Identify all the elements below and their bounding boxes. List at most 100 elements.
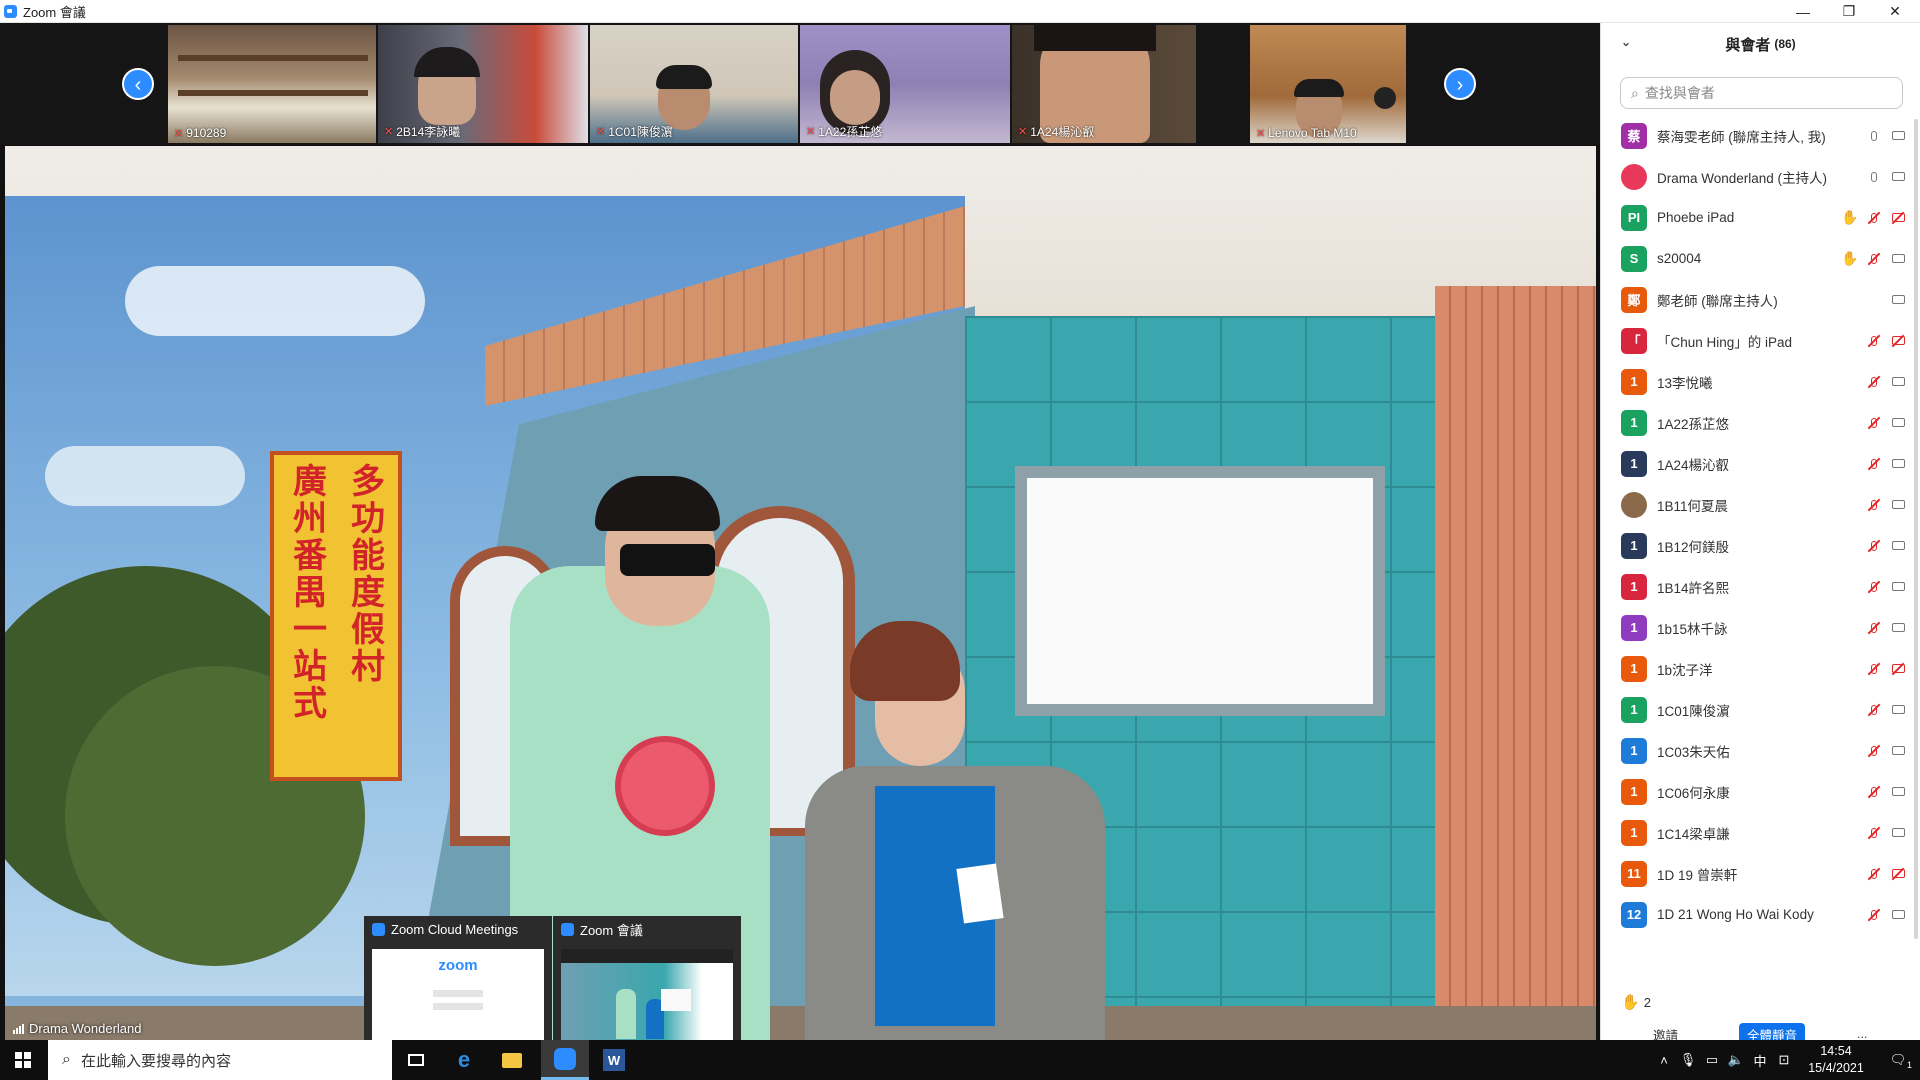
- participant-row[interactable]: 1 1B12何鎂殷: [1601, 525, 1913, 566]
- participant-row[interactable]: 1 1b15林千詠: [1601, 607, 1913, 648]
- participant-row[interactable]: 1 1C14梁卓謙: [1601, 812, 1913, 853]
- participant-row[interactable]: 1 1A22孫芷悠: [1601, 402, 1913, 443]
- participant-row[interactable]: 1 1A24楊沁叡: [1601, 443, 1913, 484]
- microphone-icon[interactable]: [1865, 128, 1883, 144]
- camera-off-icon[interactable]: [1889, 210, 1907, 226]
- mic-muted-icon[interactable]: [1865, 866, 1883, 882]
- taskbar-zoom-button[interactable]: [541, 1040, 589, 1080]
- mic-muted-icon[interactable]: [1865, 456, 1883, 472]
- thumbnail-label: ✕ 1C01陳俊濵: [596, 125, 673, 139]
- participant-row[interactable]: Ss20004 ✋: [1601, 238, 1913, 279]
- participant-row[interactable]: 1 1b沈子洋: [1601, 648, 1913, 689]
- close-button[interactable]: ✕: [1872, 0, 1918, 23]
- camera-icon[interactable]: [1889, 620, 1907, 636]
- camera-icon[interactable]: [1889, 374, 1907, 390]
- microphone-icon[interactable]: [1865, 169, 1883, 185]
- mic-muted-icon[interactable]: [1865, 579, 1883, 595]
- minimize-button[interactable]: —: [1780, 0, 1826, 23]
- camera-icon[interactable]: [1889, 292, 1907, 308]
- video-thumbnail[interactable]: ✕ 1C01陳俊濵: [590, 25, 798, 143]
- mic-muted-icon[interactable]: [1865, 907, 1883, 923]
- chevron-down-icon[interactable]: ⌄: [1621, 35, 1631, 49]
- task-view-button[interactable]: [392, 1040, 440, 1080]
- mic-muted-icon[interactable]: [1865, 784, 1883, 800]
- chevron-up-icon[interactable]: ˄: [1652, 1053, 1676, 1068]
- participant-row[interactable]: PI Phoebe iPad ✋: [1601, 197, 1913, 238]
- camera-icon[interactable]: [1889, 456, 1907, 472]
- camera-off-icon[interactable]: [1889, 661, 1907, 677]
- video-thumbnail[interactable]: ✕ 2B14李詠曦: [378, 25, 588, 143]
- mic-muted-icon[interactable]: [1865, 251, 1883, 267]
- camera-icon[interactable]: [1889, 169, 1907, 185]
- camera-icon[interactable]: [1889, 497, 1907, 513]
- restore-button[interactable]: ❐: [1826, 0, 1872, 23]
- camera-icon[interactable]: [1889, 702, 1907, 718]
- notification-center-button[interactable]: 🗨 1: [1876, 1052, 1920, 1070]
- zoom-app-icon: [4, 4, 17, 18]
- mic-muted-icon[interactable]: [1865, 661, 1883, 677]
- camera-icon[interactable]: [1889, 784, 1907, 800]
- taskbar-search-input[interactable]: ⌕ 在此輸入要搜尋的內容: [48, 1040, 392, 1080]
- prev-page-button[interactable]: ‹: [122, 68, 154, 100]
- camera-icon[interactable]: [1889, 907, 1907, 923]
- participant-name: 1B11何夏晨: [1657, 498, 1729, 514]
- taskbar-edge-button[interactable]: e: [440, 1040, 488, 1080]
- mic-muted-icon[interactable]: [1865, 497, 1883, 513]
- participant-name: 1C01陳俊濵: [1657, 703, 1730, 719]
- mic-muted-icon[interactable]: [1865, 333, 1883, 349]
- participant-row[interactable]: 鄭鄭老師 (聯席主持人): [1601, 279, 1913, 320]
- participant-row[interactable]: 蔡蔡海雯老師 (聯席主持人, 我): [1601, 115, 1913, 156]
- start-button[interactable]: [0, 1040, 46, 1080]
- taskbar-clock[interactable]: 14:54 15/4/2021: [1796, 1043, 1876, 1077]
- participant-list-scrollbar[interactable]: [1914, 119, 1918, 939]
- volume-icon[interactable]: 🔈: [1724, 1052, 1748, 1068]
- camera-icon[interactable]: [1889, 579, 1907, 595]
- mic-muted-icon[interactable]: [1865, 210, 1883, 226]
- next-page-button[interactable]: ›: [1444, 68, 1476, 100]
- active-speaker-label: Drama Wonderland: [13, 1021, 141, 1036]
- participant-row[interactable]: 1 1C06何永康: [1601, 771, 1913, 812]
- taskbar-file-explorer-button[interactable]: [488, 1040, 536, 1080]
- camera-icon[interactable]: [1889, 128, 1907, 144]
- ime-mode-icon[interactable]: ⊡: [1772, 1052, 1796, 1068]
- participant-status-icons: [1865, 374, 1907, 390]
- mic-muted-icon[interactable]: [1865, 620, 1883, 636]
- camera-icon[interactable]: [1889, 743, 1907, 759]
- participant-row[interactable]: 1 1C01陳俊濵: [1601, 689, 1913, 730]
- participant-name: 1C03朱天佑: [1657, 744, 1730, 760]
- zoom-app: Zoom 會議 — ❐ ✕ ‹ ✕ 910289 ✕ 2B14李詠曦 ✕ 1C01陳俊…: [0, 0, 1920, 1080]
- participant-row[interactable]: 1 1B14許名熙: [1601, 566, 1913, 607]
- participant-row[interactable]: 1 13李悅曦: [1601, 361, 1913, 402]
- participant-row[interactable]: 「「Chun Hing」的 iPad: [1601, 320, 1913, 361]
- mic-muted-icon[interactable]: [1865, 825, 1883, 841]
- network-icon[interactable]: ▭: [1700, 1052, 1724, 1068]
- participant-row[interactable]: Drama Wonderland (主持人): [1601, 156, 1913, 197]
- camera-icon[interactable]: [1889, 825, 1907, 841]
- participant-search-input[interactable]: ⌕ 查找與會者: [1620, 77, 1903, 109]
- participant-row[interactable]: 11 1D 19 曾崇軒: [1601, 853, 1913, 894]
- input-method-indicator[interactable]: 中: [1748, 1051, 1772, 1070]
- video-thumbnail[interactable]: ✕ 910289: [168, 25, 376, 143]
- avatar: 1: [1621, 778, 1647, 805]
- participants-header: ⌄ 與會者 (86): [1601, 23, 1920, 65]
- participant-row[interactable]: 1B11何夏晨: [1601, 484, 1913, 525]
- camera-off-icon[interactable]: [1889, 866, 1907, 882]
- mic-muted-icon[interactable]: [1865, 374, 1883, 390]
- camera-icon[interactable]: [1889, 538, 1907, 554]
- video-thumbnail[interactable]: ✕ 1A24楊沁叡: [1012, 25, 1196, 143]
- title-bar: Zoom 會議 — ❐ ✕: [0, 0, 1920, 23]
- avatar: 1: [1621, 573, 1647, 600]
- participant-row[interactable]: 1 1C03朱天佑: [1601, 730, 1913, 771]
- mic-muted-icon[interactable]: [1865, 743, 1883, 759]
- camera-icon[interactable]: [1889, 415, 1907, 431]
- mic-muted-icon[interactable]: [1865, 538, 1883, 554]
- video-thumbnail[interactable]: ✕ Lenovo Tab M10: [1250, 25, 1406, 143]
- microphone-icon[interactable]: 🎙: [1676, 1052, 1700, 1068]
- mic-muted-icon[interactable]: [1865, 702, 1883, 718]
- camera-icon[interactable]: [1889, 251, 1907, 267]
- camera-off-icon[interactable]: [1889, 333, 1907, 349]
- participant-row[interactable]: 12 1D 21 Wong Ho Wai Kody: [1601, 894, 1913, 935]
- taskbar-word-button[interactable]: W: [590, 1040, 638, 1080]
- video-thumbnail[interactable]: ✕ 1A22孫芷悠: [800, 25, 1010, 143]
- mic-muted-icon[interactable]: [1865, 415, 1883, 431]
